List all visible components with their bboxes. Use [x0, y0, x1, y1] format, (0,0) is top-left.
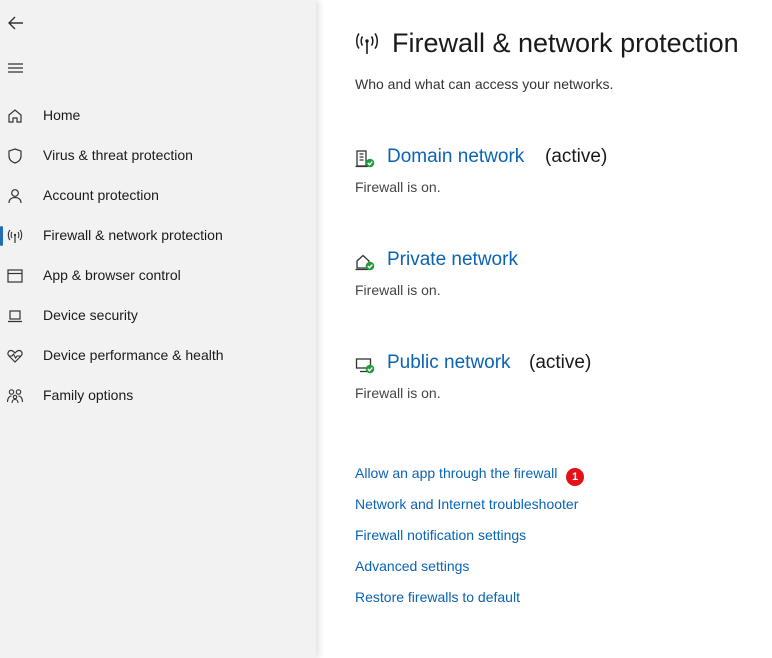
back-arrow-icon [8, 16, 23, 30]
selection-indicator [0, 226, 3, 246]
private-network-icon [355, 254, 375, 271]
sidebar-item-label: App & browser control [43, 267, 181, 283]
sidebar-item-label: Virus & threat protection [43, 147, 193, 163]
main-content: Firewall & network protection Who and wh… [316, 0, 772, 658]
sidebar-item-label: Firewall & network protection [43, 227, 223, 243]
page-subtitle: Who and what can access your networks. [355, 76, 614, 92]
sidebar-item-label: Family options [43, 387, 134, 403]
sidebar-item-app-browser-control[interactable]: App & browser control [0, 258, 316, 294]
sidebar-item-label: Device performance & health [43, 347, 224, 363]
sidebar-item-label: Home [43, 107, 81, 123]
browser-window-icon [7, 269, 23, 283]
sidebar-item-device-performance-health[interactable]: Device performance & health [0, 338, 316, 374]
sidebar-item-home[interactable]: Home [0, 98, 316, 134]
domain-network-section: Domain network (active) Firewall is on. [355, 146, 755, 198]
sidebar: Home Virus & threat protection Account p… [0, 0, 316, 658]
advanced-settings-link[interactable]: Advanced settings [355, 558, 469, 574]
page-title: Firewall & network protection [392, 28, 739, 58]
annotation-badge: 1 [566, 468, 584, 486]
domain-network-link[interactable]: Domain network [387, 146, 524, 168]
sidebar-item-label: Device security [43, 307, 138, 323]
firewall-status: Firewall is on. [355, 179, 441, 195]
hamburger-menu-icon [8, 63, 23, 73]
firewall-notification-settings-link[interactable]: Firewall notification settings [355, 527, 526, 543]
public-network-icon [355, 358, 375, 374]
person-icon [8, 189, 22, 204]
firewall-status: Firewall is on. [355, 385, 441, 401]
sidebar-item-family-options[interactable]: Family options [0, 378, 316, 414]
restore-firewalls-default-link[interactable]: Restore firewalls to default [355, 589, 520, 605]
public-network-section: Public network (active) Firewall is on. [355, 352, 755, 404]
sidebar-item-virus-threat-protection[interactable]: Virus & threat protection [0, 138, 316, 174]
network-troubleshooter-link[interactable]: Network and Internet troubleshooter [355, 496, 578, 512]
domain-network-icon [355, 150, 375, 168]
antenna-icon [7, 229, 23, 243]
private-network-link[interactable]: Private network [387, 249, 518, 271]
heart-pulse-icon [7, 349, 23, 363]
public-network-link[interactable]: Public network [387, 352, 511, 374]
sidebar-item-account-protection[interactable]: Account protection [0, 178, 316, 214]
home-icon [8, 109, 22, 123]
sidebar-item-device-security[interactable]: Device security [0, 298, 316, 334]
sidebar-item-firewall-network-protection[interactable]: Firewall & network protection [0, 218, 316, 254]
firewall-status: Firewall is on. [355, 282, 441, 298]
back-button[interactable] [5, 12, 27, 34]
active-indicator: (active) [545, 146, 608, 167]
menu-button[interactable] [5, 58, 27, 78]
active-indicator: (active) [529, 352, 592, 373]
allow-app-through-firewall-link[interactable]: Allow an app through the firewall [355, 465, 557, 481]
laptop-icon [8, 310, 22, 323]
antenna-icon [356, 33, 378, 54]
private-network-section: Private network Firewall is on. [355, 249, 755, 301]
family-icon [6, 389, 24, 404]
shield-icon [8, 148, 22, 164]
sidebar-item-label: Account protection [43, 187, 159, 203]
